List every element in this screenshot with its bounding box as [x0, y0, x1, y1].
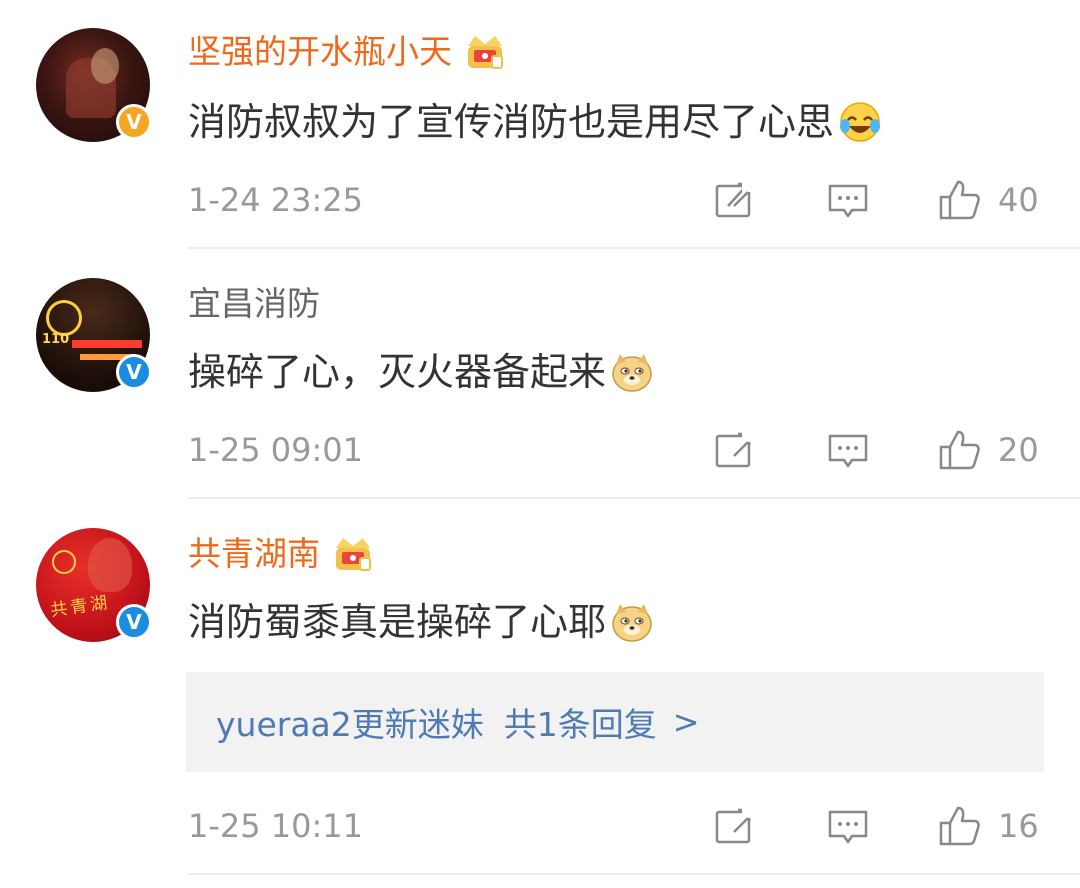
- avatar[interactable]: 共青湖 V: [36, 528, 152, 642]
- comment-icon: [828, 184, 868, 218]
- comment-meta: 1-24 23:25 40: [188, 176, 1044, 224]
- timestamp: 1-24 23:25: [188, 181, 364, 219]
- verified-badge-icon: V: [116, 354, 152, 390]
- like-count: 16: [998, 807, 1039, 845]
- verified-badge-icon: V: [116, 604, 152, 640]
- divider: [188, 497, 1080, 499]
- reply-preview[interactable]: yueraa2更新迷妹 共1条回复 >: [186, 672, 1044, 772]
- thumbs-up-icon: [939, 180, 980, 220]
- crown-icon: [468, 36, 503, 69]
- reply-count[interactable]: 共1条回复: [504, 698, 657, 746]
- share-icon: [715, 430, 754, 468]
- verified-badge-icon: V: [116, 104, 152, 140]
- thumbs-up-icon: [939, 430, 980, 470]
- avatar[interactable]: V: [36, 28, 152, 142]
- like-button[interactable]: 16: [938, 802, 1039, 850]
- divider: [188, 247, 1080, 249]
- timestamp: 1-25 10:11: [188, 807, 364, 845]
- chevron-right-icon: >: [672, 703, 700, 741]
- share-button[interactable]: [712, 176, 756, 224]
- like-button[interactable]: 20: [938, 426, 1039, 474]
- username[interactable]: 共青湖南: [188, 534, 374, 574]
- avatar[interactable]: 110 V: [36, 278, 152, 392]
- like-count: 40: [998, 181, 1039, 219]
- comment-meta: 1-25 09:01 20: [188, 426, 1044, 474]
- username[interactable]: 坚强的开水瓶小天: [188, 32, 506, 72]
- comment-button[interactable]: [826, 802, 870, 850]
- comment-text: 操碎了心，灭火器备起来: [188, 348, 654, 396]
- comment-icon: [828, 434, 868, 468]
- comment-text: 消防叔叔为了宣传消防也是用尽了心思: [188, 98, 882, 146]
- reply-user[interactable]: yueraa2更新迷妹: [216, 698, 484, 746]
- divider: [188, 873, 1080, 875]
- share-button[interactable]: [712, 802, 756, 850]
- share-icon: [715, 806, 754, 844]
- username[interactable]: 宜昌消防: [188, 284, 320, 324]
- like-button[interactable]: 40: [938, 176, 1039, 224]
- comment-meta: 1-25 10:11 16: [188, 802, 1044, 850]
- doge-emoji-icon: [612, 354, 652, 392]
- doge-emoji-icon: [612, 604, 652, 642]
- comment-icon: [828, 810, 868, 844]
- share-icon: [715, 180, 754, 218]
- laughing-crying-emoji-icon: [840, 102, 881, 142]
- comment-button[interactable]: [826, 176, 870, 224]
- share-button[interactable]: [712, 426, 756, 474]
- timestamp: 1-25 09:01: [188, 431, 364, 469]
- avatar-text: 共青湖: [49, 592, 112, 622]
- comment-text: 消防蜀黍真是操碎了心耶: [188, 598, 654, 646]
- thumbs-up-icon: [939, 806, 980, 846]
- avatar-text: 110: [42, 332, 70, 347]
- crown-icon: [336, 538, 371, 571]
- like-count: 20: [998, 431, 1039, 469]
- comment-button[interactable]: [826, 426, 870, 474]
